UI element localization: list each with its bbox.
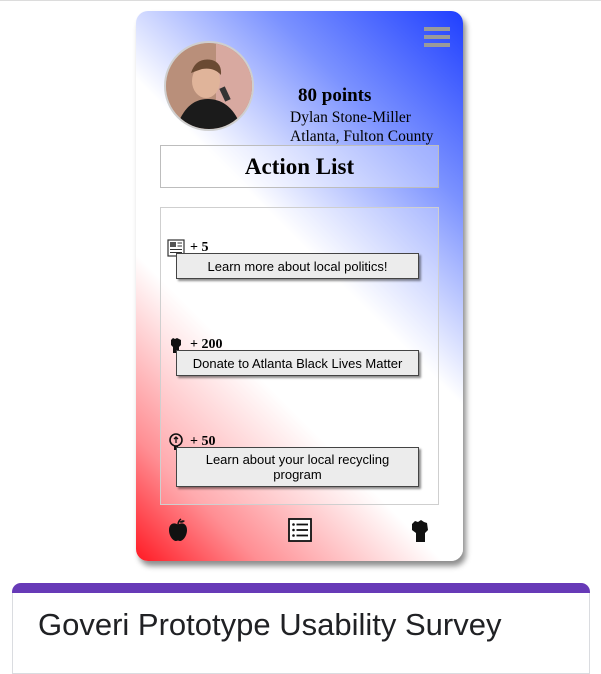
avatar xyxy=(164,41,254,131)
survey-title: Goveri Prototype Usability Survey xyxy=(38,607,502,642)
top-divider xyxy=(0,0,601,1)
survey-card: Goveri Prototype Usability Survey xyxy=(12,583,590,674)
action-button-recycling[interactable]: Learn about your local recycling program xyxy=(176,447,419,487)
points-total: 80 points xyxy=(298,85,372,106)
apple-icon[interactable] xyxy=(165,517,191,543)
action-button-donate-blm[interactable]: Donate to Atlanta Black Lives Matter xyxy=(176,350,419,376)
action-list-header: Action List xyxy=(160,145,439,188)
survey-accent-bar xyxy=(12,583,590,593)
action-button-local-politics[interactable]: Learn more about local politics! xyxy=(176,253,419,279)
action-list: + 5 Learn more about local politics! + 2… xyxy=(160,207,439,505)
action-list-title: Action List xyxy=(244,153,355,179)
list-icon[interactable] xyxy=(287,517,313,543)
prototype-phone-card: 80 points Dylan Stone-Miller Atlanta, Fu… xyxy=(136,11,463,561)
user-location: Atlanta, Fulton County xyxy=(290,128,434,145)
raised-fist-icon[interactable] xyxy=(407,517,433,543)
user-name: Dylan Stone-Miller xyxy=(290,109,411,126)
hamburger-menu-icon[interactable] xyxy=(424,27,450,49)
